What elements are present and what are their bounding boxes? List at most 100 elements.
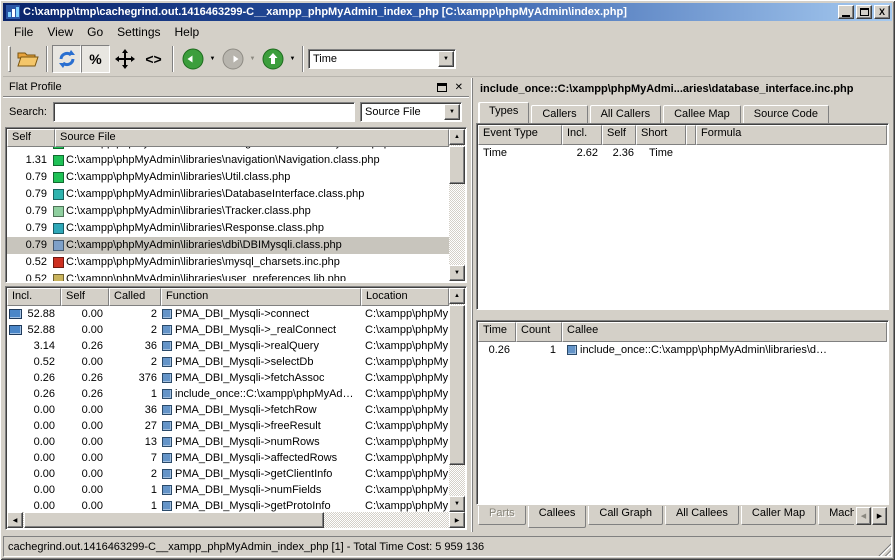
minimize-button[interactable]: [838, 5, 854, 19]
scroll-left-button[interactable]: ◀: [7, 512, 23, 528]
column-header-function[interactable]: Function: [161, 288, 361, 306]
tab-all-callees[interactable]: All Callees: [665, 506, 739, 525]
function-row[interactable]: 0.260.261include_once::C:\xampp\phpMyAd……: [7, 386, 449, 402]
tab-machine-code[interactable]: Machine Code: [818, 506, 854, 525]
back-dropdown[interactable]: ▼: [207, 45, 218, 73]
menu-view[interactable]: View: [40, 23, 80, 41]
menu-settings[interactable]: Settings: [110, 23, 167, 41]
up-dropdown[interactable]: ▼: [287, 45, 298, 73]
scroll-down-button[interactable]: ▼: [449, 265, 465, 281]
called-count-value: 2: [109, 322, 161, 338]
function-row[interactable]: 3.140.2636PMA_DBI_Mysqli->realQueryC:\xa…: [7, 338, 449, 354]
column-header-formula[interactable]: Formula: [696, 125, 887, 145]
column-header-self[interactable]: Self: [61, 288, 109, 306]
scrollbar-thumb[interactable]: [449, 146, 465, 184]
tab-callers[interactable]: Callers: [531, 105, 587, 123]
source-list-scrollbar[interactable]: ▲ ▼: [449, 129, 465, 281]
source-file-row[interactable]: 0.79C:\xampp\phpMyAdmin\libraries\Databa…: [7, 186, 449, 203]
function-icon: [162, 437, 172, 447]
column-header-incl[interactable]: Incl.: [562, 125, 602, 145]
scroll-down-button[interactable]: ▼: [449, 496, 465, 512]
scroll-up-button[interactable]: ▲: [449, 129, 465, 145]
open-file-button[interactable]: [13, 45, 42, 73]
column-header-location[interactable]: Location: [361, 288, 449, 306]
function-row[interactable]: 52.880.002PMA_DBI_Mysqli->connectC:\xamp…: [7, 306, 449, 322]
tab-types[interactable]: Types: [478, 102, 529, 123]
event-type-combobox[interactable]: Time ▼: [308, 49, 456, 69]
search-input[interactable]: [53, 102, 355, 122]
function-row[interactable]: 0.000.0036PMA_DBI_Mysqli->fetchRowC:\xam…: [7, 402, 449, 418]
maximize-button[interactable]: [856, 5, 872, 19]
cost-bar-icon: [9, 325, 22, 335]
tabs-scroll-left-button[interactable]: ◀: [856, 507, 871, 525]
up-button[interactable]: [258, 45, 287, 73]
cycle-grouping-button[interactable]: [52, 45, 81, 73]
close-button[interactable]: X: [874, 5, 890, 19]
column-header-incl[interactable]: Incl.: [7, 288, 61, 306]
scrollbar-thumb[interactable]: [449, 305, 465, 465]
tab-call-graph[interactable]: Call Graph: [588, 506, 663, 525]
tabs-scroll-right-button[interactable]: ▶: [872, 507, 887, 525]
source-file-row[interactable]: 0.79C:\xampp\phpMyAdmin\libraries\dbi\DB…: [7, 237, 449, 254]
function-table-vscrollbar[interactable]: ▲ ▼: [449, 288, 465, 512]
back-button[interactable]: [178, 45, 207, 73]
scrollbar-thumb[interactable]: [24, 512, 324, 528]
combobox-dropdown-button[interactable]: ▼: [438, 51, 454, 67]
source-file-row[interactable]: 0.52C:\xampp\phpMyAdmin\libraries\mysql_…: [7, 254, 449, 271]
source-file-row[interactable]: 0.52C:\xampp\phpMyAdmin\libraries\user_p…: [7, 271, 449, 281]
column-header-self[interactable]: Self: [7, 129, 55, 147]
column-header-called[interactable]: Called: [109, 288, 161, 306]
menu-go[interactable]: Go: [80, 23, 110, 41]
tab-callees[interactable]: Callees: [528, 506, 587, 528]
toolbar-grip[interactable]: [8, 46, 11, 72]
called-count-value: 27: [109, 418, 161, 434]
function-row[interactable]: 0.000.0013PMA_DBI_Mysqli->numRowsC:\xamp…: [7, 434, 449, 450]
menu-help[interactable]: Help: [168, 23, 207, 41]
scroll-up-button[interactable]: ▲: [449, 288, 465, 304]
tab-source-code[interactable]: Source Code: [743, 105, 829, 123]
function-row[interactable]: 52.880.002PMA_DBI_Mysqli->_realConnectC:…: [7, 322, 449, 338]
expand-areas-button[interactable]: [110, 45, 139, 73]
tab-all-callers[interactable]: All Callers: [590, 105, 662, 123]
column-header-short[interactable]: Short: [636, 125, 686, 145]
callee-row[interactable]: 0.26 1 include_once::C:\xampp\phpMyAdmin…: [478, 342, 887, 358]
forward-dropdown[interactable]: ▼: [247, 45, 258, 73]
scroll-right-button[interactable]: ▶: [449, 512, 465, 528]
function-row[interactable]: 0.000.002PMA_DBI_Mysqli->getClientInfoC:…: [7, 466, 449, 482]
source-file-row[interactable]: 0.79C:\xampp\phpMyAdmin\libraries\Util.c…: [7, 169, 449, 186]
source-file-row[interactable]: 1.31C:\xampp\phpMyAdmin\libraries\naviga…: [7, 152, 449, 169]
called-count-value: 13: [109, 434, 161, 450]
function-icon: [162, 357, 172, 367]
tab-callee-map[interactable]: Callee Map: [663, 105, 741, 123]
combobox-dropdown-button[interactable]: ▼: [444, 104, 460, 120]
tab-caller-map[interactable]: Caller Map: [741, 506, 816, 525]
types-table-header: Event Type Incl. Self Short Formula: [478, 125, 887, 145]
function-table-hscrollbar[interactable]: ◀ ▶: [7, 512, 465, 528]
function-row[interactable]: 0.260.26376PMA_DBI_Mysqli->fetchAssocC:\…: [7, 370, 449, 386]
column-header-time[interactable]: Time: [478, 322, 516, 342]
source-file-row[interactable]: 0.79C:\xampp\phpMyAdmin\libraries\Respon…: [7, 220, 449, 237]
menu-file[interactable]: File: [7, 23, 40, 41]
relative-percent-button[interactable]: %: [81, 45, 110, 73]
title-bar[interactable]: C:\xampp\tmp\cachegrind.out.1416463299-C…: [3, 3, 892, 21]
source-file-row[interactable]: 0.79C:\xampp\phpMyAdmin\libraries\Tracke…: [7, 203, 449, 220]
dock-title-bar[interactable]: Flat Profile ✕: [3, 78, 469, 97]
function-row[interactable]: 0.000.001PMA_DBI_Mysqli->numFieldsC:\xam…: [7, 482, 449, 498]
function-row[interactable]: 0.520.002PMA_DBI_Mysqli->selectDbC:\xamp…: [7, 354, 449, 370]
resize-grip[interactable]: [878, 543, 891, 556]
float-dock-icon[interactable]: [437, 83, 447, 92]
dock-close-button[interactable]: ✕: [455, 82, 463, 93]
column-header-count[interactable]: Count: [516, 322, 562, 342]
event-type-row[interactable]: Time 2.62 2.36 Time: [478, 145, 887, 161]
column-header-source-file[interactable]: Source File: [55, 129, 449, 147]
function-row[interactable]: 0.000.0027PMA_DBI_Mysqli->freeResultC:\x…: [7, 418, 449, 434]
shorten-templates-button[interactable]: <>: [139, 45, 168, 73]
forward-button[interactable]: [218, 45, 247, 73]
column-header-event-type[interactable]: Event Type: [478, 125, 562, 145]
column-header-self[interactable]: Self: [602, 125, 636, 145]
column-header-callee[interactable]: Callee: [562, 322, 887, 342]
group-by-combobox[interactable]: Source File ▼: [360, 102, 462, 122]
function-name: PMA_DBI_Mysqli->fetchAssoc: [175, 370, 324, 386]
function-row[interactable]: 0.000.001PMA_DBI_Mysqli->getProtoInfoC:\…: [7, 498, 449, 512]
function-row[interactable]: 0.000.007PMA_DBI_Mysqli->affectedRowsC:\…: [7, 450, 449, 466]
